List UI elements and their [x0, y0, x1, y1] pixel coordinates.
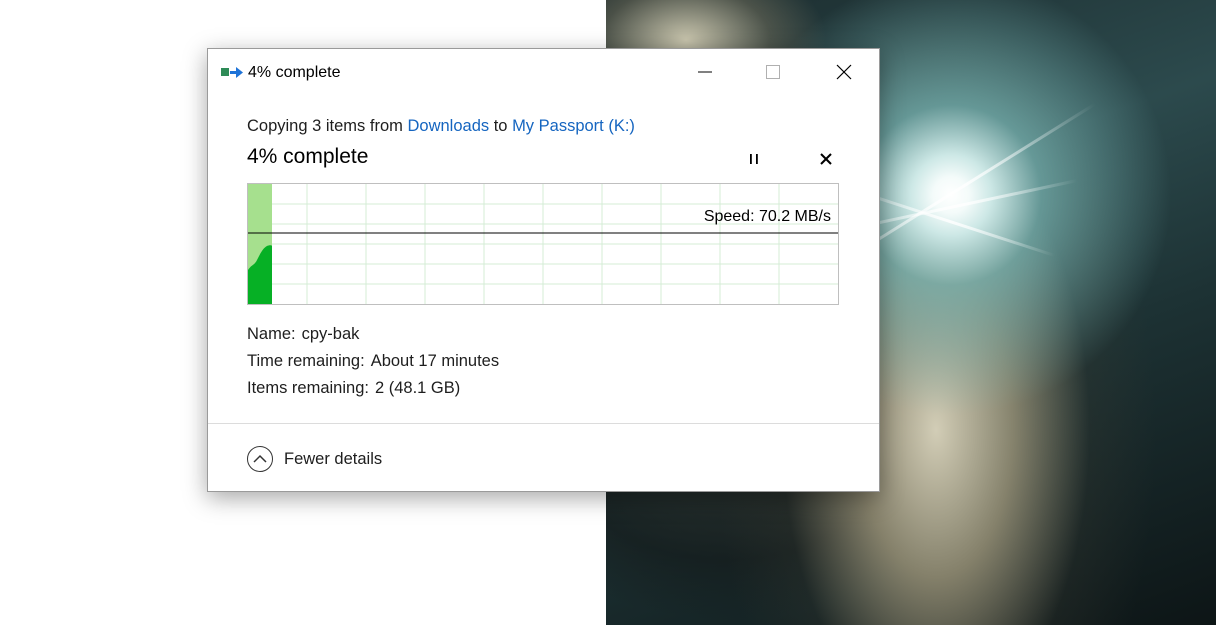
speed-label: Speed: 70.2 MB/s [703, 208, 831, 225]
chevron-up-icon [247, 446, 273, 472]
detail-name: Name: cpy-bak [247, 325, 359, 344]
cancel-icon [820, 153, 832, 165]
title-bar[interactable]: 4% complete [208, 49, 879, 95]
fewer-details-button[interactable]: Fewer details [247, 445, 382, 473]
file-copy-dialog: 4% complete Copying 3 items from Downloa… [207, 48, 880, 492]
maximize-icon [766, 65, 780, 79]
source-link[interactable]: Downloads [407, 117, 489, 135]
progress-status: 4% complete [247, 145, 369, 168]
copy-prefix: Copying 3 items from [247, 117, 408, 135]
pause-button[interactable] [740, 147, 768, 171]
items-remaining-label: Items remaining: [247, 379, 369, 397]
close-icon [836, 64, 852, 80]
cancel-button[interactable] [812, 147, 840, 171]
copy-app-icon [221, 67, 243, 78]
minimize-button[interactable] [682, 55, 728, 89]
detail-time-remaining: Time remaining: About 17 minutes [247, 352, 499, 371]
minimize-icon [698, 71, 712, 73]
fewer-details-label: Fewer details [284, 449, 383, 468]
copy-mid: to [489, 117, 513, 135]
detail-items-remaining: Items remaining: 2 (48.1 GB) [247, 379, 460, 398]
time-remaining-value: About 17 minutes [370, 352, 500, 370]
speed-graph-canvas [248, 184, 838, 304]
name-value: cpy-bak [301, 325, 360, 343]
items-remaining-value: 2 (48.1 GB) [374, 379, 461, 397]
window-title: 4% complete [248, 64, 341, 81]
pause-icon [750, 154, 758, 164]
close-button[interactable] [821, 55, 867, 89]
copy-summary: Copying 3 items from Downloads to My Pas… [247, 117, 635, 136]
time-remaining-label: Time remaining: [247, 352, 365, 370]
speed-graph: Speed: 70.2 MB/s [247, 183, 839, 305]
footer-divider [208, 423, 879, 424]
maximize-button[interactable] [750, 55, 796, 89]
destination-link[interactable]: My Passport (K:) [512, 117, 635, 135]
name-label: Name: [247, 325, 296, 343]
